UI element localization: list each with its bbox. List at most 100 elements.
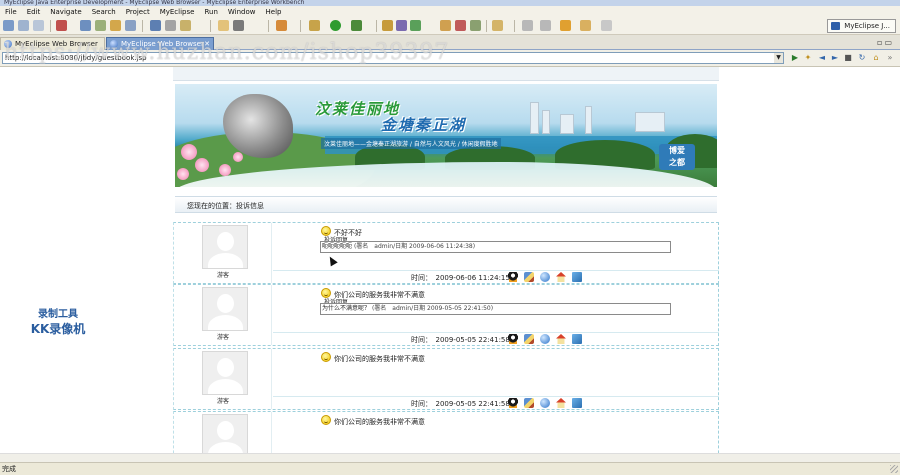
breadcrumb: 您现在的位置：投诉信息 — [187, 202, 264, 210]
qq-icon[interactable] — [508, 334, 518, 344]
external-tools-icon[interactable] — [351, 20, 362, 31]
editor-icon[interactable] — [165, 20, 176, 31]
page-top-strip — [173, 67, 719, 81]
window-controls[interactable]: ▫▭ — [877, 38, 894, 47]
home-icon[interactable]: ⌂ — [871, 53, 881, 63]
watermark: https://www.huzhan.com/ishop39397 — [4, 40, 450, 65]
print-icon[interactable] — [56, 20, 67, 31]
reply-icon[interactable] — [572, 334, 582, 344]
folder-icon[interactable] — [218, 20, 229, 31]
menu-run[interactable]: Run — [199, 8, 222, 16]
banner-image: 汶莱佳丽地 金塘秦正湖 汶莱佳丽地——金塘秦正湖旅游 / 自然与人文风光 / 休… — [175, 84, 717, 187]
message-meta-bar: 时间： 2009-05-05 22:41:58 — [273, 396, 719, 409]
qq-icon[interactable] — [508, 398, 518, 408]
reply-text: 为什么不满意呢？ — [322, 305, 371, 312]
db-icon[interactable] — [150, 20, 161, 31]
package-icon[interactable] — [180, 20, 191, 31]
chevron-down-icon[interactable]: ▼ — [774, 53, 783, 63]
new-interface-icon[interactable] — [410, 20, 421, 31]
new-icon[interactable] — [3, 20, 14, 31]
menu-help[interactable]: Help — [261, 8, 287, 16]
edit-icon[interactable] — [524, 272, 534, 282]
avatar — [202, 351, 248, 395]
edit-icon[interactable] — [524, 334, 534, 344]
reply-icon[interactable] — [572, 272, 582, 282]
menu-icon[interactable]: » — [885, 53, 895, 63]
avatar-column: 游客 — [174, 223, 272, 283]
reply-box: 呃呃呃呃呃 (署名 admin/日期 2009-06-06 11:24:38) — [320, 241, 671, 253]
avatar — [202, 414, 248, 453]
reply-icon[interactable] — [572, 398, 582, 408]
smiley-icon — [321, 352, 331, 362]
last-edit-icon[interactable] — [601, 20, 612, 31]
refresh-icon[interactable]: ↻ — [857, 53, 867, 63]
qq-icon[interactable] — [508, 272, 518, 282]
menu-myeclipse[interactable]: MyEclipse — [155, 8, 200, 16]
globe-icon[interactable] — [540, 398, 550, 408]
next-annotation-icon[interactable] — [522, 20, 533, 31]
menu-file[interactable]: File — [0, 8, 22, 16]
search-icon[interactable] — [455, 20, 466, 31]
home-icon[interactable] — [556, 398, 566, 408]
menu-window[interactable]: Window — [223, 8, 261, 16]
component-icon[interactable] — [233, 20, 244, 31]
message-item: 游客 不好不好 投诉回复 呃呃呃呃呃 (署名 admin/日期 2009-06-… — [173, 222, 719, 284]
prev-annotation-icon[interactable] — [540, 20, 551, 31]
menu-bar: File Edit Navigate Search Project MyEcli… — [0, 6, 900, 17]
message-item: 游客 你们公司的服务我非常不满意 投诉回复 为什么不满意呢？ (署名 admin… — [173, 284, 719, 346]
banner-badge: 博爱 之都 — [659, 144, 695, 170]
globe-icon[interactable] — [540, 334, 550, 344]
user-name: 游客 — [216, 398, 229, 405]
annotation-icon[interactable] — [492, 20, 503, 31]
toolbar-separator — [142, 20, 143, 32]
main-toolbar: MyEclipse J... — [0, 17, 900, 35]
forward-icon[interactable] — [580, 20, 591, 31]
new-class-icon[interactable] — [382, 20, 393, 31]
open-folder-icon[interactable] — [440, 20, 451, 31]
debug-icon[interactable] — [309, 20, 320, 31]
home-icon[interactable] — [556, 272, 566, 282]
bookmark-icon[interactable]: ✦ — [803, 53, 813, 63]
message-time: 时间： 2009-05-05 22:41:58 — [411, 400, 510, 408]
back-icon[interactable] — [560, 20, 571, 31]
tasks-icon[interactable] — [470, 20, 481, 31]
avatar — [202, 225, 248, 269]
avatar-column: 游客 — [174, 349, 272, 409]
save-all-icon[interactable] — [33, 20, 44, 31]
breadcrumb-bar: 您现在的位置：投诉信息 — [175, 196, 717, 213]
message-time: 时间： 2009-06-06 11:24:15 — [411, 274, 510, 282]
menu-project[interactable]: Project — [121, 8, 155, 16]
back-icon[interactable]: ◄ — [817, 53, 827, 63]
home-icon[interactable] — [556, 334, 566, 344]
toolbar-separator — [50, 20, 51, 32]
stop-icon[interactable]: ■ — [843, 53, 853, 63]
recorder-line-2: KK录像机 — [30, 322, 86, 336]
forward-icon[interactable]: ► — [830, 53, 840, 63]
run-icon[interactable] — [330, 20, 341, 31]
horizontal-scrollbar[interactable] — [0, 453, 900, 462]
globe-icon[interactable] — [540, 272, 550, 282]
reply-meta: (署名 admin/日期 2009-05-05 22:41:50) — [371, 305, 494, 312]
banner-title-2: 金塘秦正湖 — [381, 116, 467, 134]
toolbar-separator — [486, 20, 487, 32]
resize-grip-icon[interactable] — [890, 465, 898, 473]
menu-search[interactable]: Search — [87, 8, 121, 16]
edit-icon[interactable] — [524, 398, 534, 408]
server-icon[interactable] — [95, 20, 106, 31]
save-icon[interactable] — [18, 20, 29, 31]
message-item: 游客 你们公司的服务我非常不满意 — [173, 411, 719, 453]
menu-navigate[interactable]: Navigate — [45, 8, 86, 16]
wizard-icon[interactable] — [276, 20, 287, 31]
go-icon[interactable]: ▶ — [790, 53, 800, 63]
browser-viewport[interactable]: 汶莱佳丽地 金塘秦正湖 汶莱佳丽地——金塘秦正湖旅游 / 自然与人文风光 / 休… — [0, 67, 900, 453]
message-text: 你们公司的服务我非常不满意 — [334, 355, 425, 363]
deploy-icon[interactable] — [80, 20, 91, 31]
user-name: 游客 — [216, 272, 229, 279]
new-package-icon[interactable] — [396, 20, 407, 31]
perspective-switcher[interactable]: MyEclipse J... — [827, 19, 896, 33]
browser-icon[interactable] — [125, 20, 136, 31]
recorder-logo: 录制工具 KK录像机 — [18, 305, 98, 337]
open-type-icon[interactable] — [110, 20, 121, 31]
menu-edit[interactable]: Edit — [22, 8, 46, 16]
avatar-column: 游客 — [174, 412, 272, 453]
